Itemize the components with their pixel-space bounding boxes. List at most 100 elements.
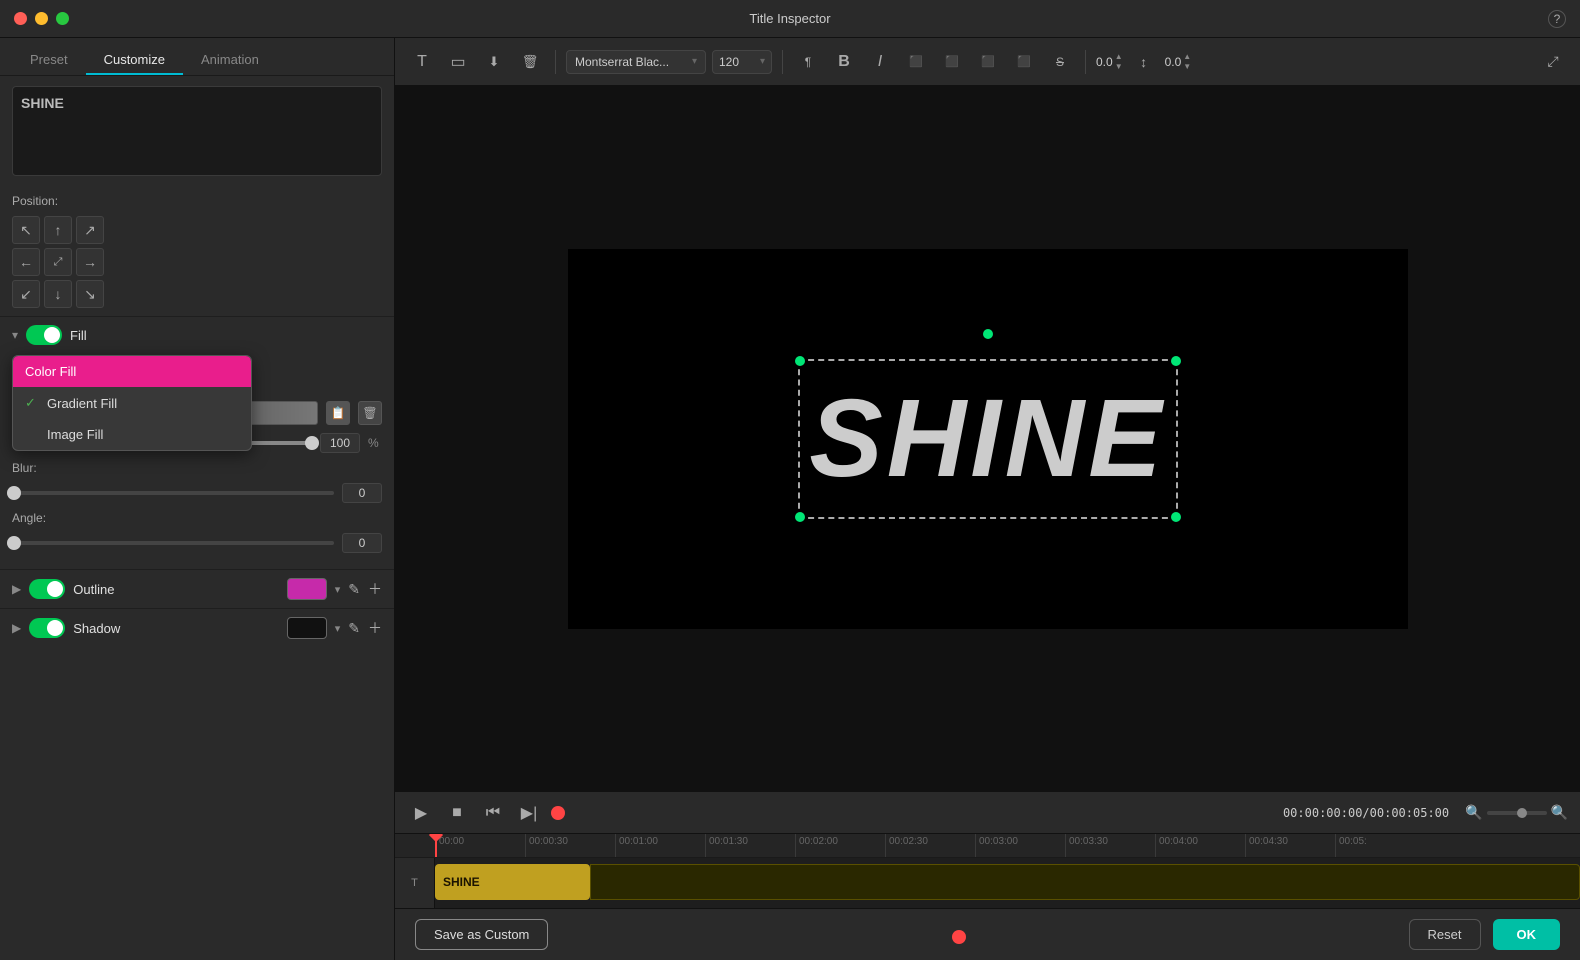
handle-tr[interactable] <box>1171 356 1181 366</box>
titlebar: Title Inspector ? <box>0 0 1580 38</box>
tracking-spinner[interactable]: ▲ ▼ <box>1115 52 1123 71</box>
track-clip-long[interactable] <box>590 864 1580 900</box>
shadow-chevron-icon[interactable]: ▶ <box>12 621 21 635</box>
help-button[interactable]: ? <box>1548 10 1566 28</box>
pos-bot-right[interactable]: ↘ <box>76 280 104 308</box>
ruler-mark-1: 00:00:30 <box>525 834 615 857</box>
zoom-slider[interactable] <box>1487 811 1547 815</box>
gradient-delete-icon[interactable]: 🗑 <box>358 401 382 425</box>
close-button[interactable] <box>14 12 27 25</box>
outline-color-swatch[interactable] <box>287 578 327 600</box>
pos-mid-left[interactable]: ← <box>12 248 40 276</box>
preview-text: SHINE <box>809 375 1165 502</box>
ruler-mark-0: 00:00 <box>435 834 525 857</box>
play-selection-button[interactable]: ▶| <box>515 799 543 827</box>
ruler-mark-8: 00:04:00 <box>1155 834 1245 857</box>
pos-top-right[interactable]: ↗ <box>76 216 104 244</box>
font-selector[interactable]: Montserrat Blac... ▾ <box>566 50 706 74</box>
outline-toggle[interactable] <box>29 579 65 599</box>
blur-slider[interactable] <box>12 491 334 495</box>
paragraph-left-button[interactable]: ¶ <box>793 47 823 77</box>
track-label-T: T <box>395 858 435 908</box>
handle-top-center[interactable] <box>983 329 993 339</box>
shadow-section: ▶ Shadow ▾ ✎ ＋ <box>0 608 394 647</box>
angle-value[interactable]: 0 <box>342 533 382 553</box>
fill-chevron-icon[interactable]: ▾ <box>12 328 18 342</box>
zoom-in-icon[interactable]: 🔍 <box>1551 804 1568 821</box>
tracking-up-icon[interactable]: ▲ <box>1115 52 1123 61</box>
gradient-copy-icon[interactable]: 📋 <box>326 401 350 425</box>
outline-add-button[interactable]: ＋ <box>368 579 382 599</box>
minimize-button[interactable] <box>35 12 48 25</box>
fit-to-canvas-button[interactable]: ⤢ <box>1538 47 1568 77</box>
pos-top-left[interactable]: ↖ <box>12 216 40 244</box>
pos-top-center[interactable]: ↑ <box>44 216 72 244</box>
maximize-button[interactable] <box>56 12 69 25</box>
outline-chevron-icon[interactable]: ▶ <box>12 582 21 596</box>
pos-mid-right[interactable]: → <box>76 248 104 276</box>
blur-value[interactable]: 0 <box>342 483 382 503</box>
pos-mid-center[interactable]: ⤢ <box>44 248 72 276</box>
dropdown-item-color-fill[interactable]: Color Fill <box>13 356 251 387</box>
line-height-button[interactable]: ↕ <box>1129 47 1159 77</box>
pos-bot-left[interactable]: ↙ <box>12 280 40 308</box>
tracking-down-icon[interactable]: ▼ <box>1115 62 1123 71</box>
tab-customize[interactable]: Customize <box>86 46 183 75</box>
save-as-custom-button[interactable]: Save as Custom <box>415 919 548 950</box>
shadow-swatch-chevron-icon[interactable]: ▾ <box>335 622 341 635</box>
timeline-controls: ▶ ■ ⏮ ▶| 00:00:00:00/00:00:05:00 🔍 🔍 <box>395 792 1580 834</box>
check-mark-icon: ✓ <box>25 395 39 411</box>
line-height-up-icon[interactable]: ▲ <box>1183 52 1191 61</box>
font-size-selector[interactable]: 120 ▾ <box>712 50 772 74</box>
blur-label: Blur: <box>12 461 382 475</box>
reset-button[interactable]: Reset <box>1409 919 1481 950</box>
outline-eyedropper-button[interactable]: ✎ <box>348 581 360 598</box>
pos-bot-center[interactable]: ↓ <box>44 280 72 308</box>
angle-slider[interactable] <box>12 541 334 545</box>
line-height-control: 0.0 ▲ ▼ <box>1165 52 1192 71</box>
handle-bl[interactable] <box>795 512 805 522</box>
handle-br[interactable] <box>1171 512 1181 522</box>
frame-tool-button[interactable]: ▭ <box>443 47 473 77</box>
shadow-toggle[interactable] <box>29 618 65 638</box>
align-center-button[interactable]: ⬛ <box>937 47 967 77</box>
record-button[interactable] <box>551 806 565 820</box>
record-dot-bottom <box>952 930 966 944</box>
ruler-mark-3: 00:01:30 <box>705 834 795 857</box>
italic-button[interactable]: I <box>865 47 895 77</box>
shadow-color-swatch[interactable] <box>287 617 327 639</box>
opacity-value[interactable]: 100 <box>320 433 360 453</box>
align-right-button[interactable]: ⬛ <box>973 47 1003 77</box>
track-clip[interactable]: SHINE <box>435 864 590 900</box>
preview-canvas: SHINE <box>395 86 1580 791</box>
position-grid: ↖ ↑ ↗ ← ⤢ → ↙ ↓ ↘ <box>12 216 382 308</box>
fill-toggle[interactable] <box>26 325 62 345</box>
line-height-spinner[interactable]: ▲ ▼ <box>1183 52 1191 71</box>
bold-button[interactable]: B <box>829 47 859 77</box>
ruler-mark-10: 00:05: <box>1335 834 1425 857</box>
align-left-button[interactable]: ⬛ <box>901 47 931 77</box>
dropdown-item-image-fill[interactable]: Image Fill <box>13 419 251 450</box>
text-tool-button[interactable]: T <box>407 47 437 77</box>
window-title: Title Inspector <box>749 11 830 26</box>
handle-tl[interactable] <box>795 356 805 366</box>
play-button[interactable]: ▶ <box>407 799 435 827</box>
playhead[interactable] <box>435 834 437 857</box>
shadow-add-button[interactable]: ＋ <box>368 618 382 638</box>
tab-preset[interactable]: Preset <box>12 46 86 75</box>
zoom-out-icon[interactable]: 🔍 <box>1465 804 1482 821</box>
delete-button[interactable]: 🗑 <box>515 47 545 77</box>
ruler-mark-4: 00:02:00 <box>795 834 885 857</box>
outline-swatch-chevron-icon[interactable]: ▾ <box>335 583 341 596</box>
right-area: T ▭ ⬇ 🗑 Montserrat Blac... ▾ 120 ▾ ¶ B I… <box>395 38 1580 960</box>
step-back-button[interactable]: ⏮ <box>479 799 507 827</box>
import-button[interactable]: ⬇ <box>479 47 509 77</box>
shadow-eyedropper-button[interactable]: ✎ <box>348 620 360 637</box>
line-height-down-icon[interactable]: ▼ <box>1183 62 1191 71</box>
tab-animation[interactable]: Animation <box>183 46 277 75</box>
strikethrough-button[interactable]: S <box>1045 47 1075 77</box>
align-justify-button[interactable]: ⬛ <box>1009 47 1039 77</box>
stop-button[interactable]: ■ <box>443 799 471 827</box>
dropdown-item-gradient-fill[interactable]: ✓ Gradient Fill <box>13 387 251 419</box>
ok-button[interactable]: OK <box>1493 919 1561 950</box>
